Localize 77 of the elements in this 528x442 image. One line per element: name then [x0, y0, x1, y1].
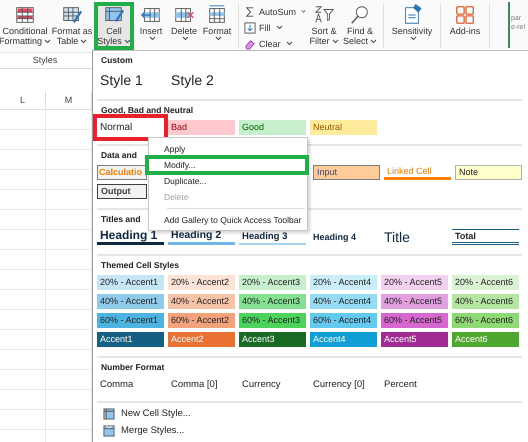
menu-command[interactable]: New Cell Style... [97, 405, 522, 422]
cell-style-item[interactable]: 40% - Accent4 [310, 294, 377, 309]
cell-style-item[interactable]: Title [381, 229, 448, 245]
cell-style-item[interactable]: Note [455, 165, 522, 180]
ribbon-button[interactable]: Sort & Filter [307, 2, 341, 50]
group-label: Styles [32, 55, 58, 65]
chevron-icon [276, 25, 282, 30]
cell-style-item[interactable]: Total [452, 229, 519, 245]
cell-style-item[interactable]: 60% - Accent1 [97, 313, 164, 328]
cell-style-item[interactable]: Accent3 [239, 332, 306, 347]
menu-command[interactable]: Merge Styles... [97, 422, 522, 439]
chevron-icon [301, 9, 306, 14]
table-brush-icon [61, 4, 83, 26]
new-style-icon [103, 408, 115, 420]
section-heading: Data and [101, 150, 137, 160]
section-heading: Custom [101, 55, 133, 65]
cell-style-item[interactable]: 20% - Accent5 [381, 275, 448, 290]
cell-style-item[interactable]: 40% - Accent2 [168, 294, 235, 309]
section-heading: Titles and [101, 214, 141, 224]
cell-style-item[interactable]: 20% - Accent2 [168, 275, 235, 290]
cell-style-item[interactable]: Comma [97, 377, 164, 392]
cell-style-item[interactable]: Currency [239, 377, 306, 392]
cell-style-item[interactable]: Percent [381, 377, 448, 392]
cell-style-item[interactable]: Currency [0] [310, 377, 377, 392]
ribbon-button[interactable]: Cell Styles [94, 2, 134, 50]
cell-style-item[interactable]: 20% - Accent1 [97, 275, 164, 290]
cell-style-item[interactable]: Input [313, 165, 380, 180]
cell-style-item[interactable]: 60% - Accent6 [452, 313, 519, 328]
merge-styles-icon [103, 424, 115, 436]
format-cells-icon [206, 4, 228, 26]
ribbon-button[interactable]: Insert [135, 2, 167, 50]
section-heading: Good, Bad and Neutral [101, 105, 194, 115]
ribbon-button[interactable]: Sensitivity [389, 2, 435, 50]
cell-style-item[interactable]: Normal [97, 120, 164, 135]
cell-style-item[interactable]: 60% - Accent3 [239, 313, 306, 328]
cell-style-item[interactable]: Bad [168, 120, 235, 135]
cell-style-item[interactable]: Style 2 [168, 70, 235, 90]
ribbon-small-button[interactable]: Clear [244, 36, 306, 51]
cell-style-item[interactable]: 20% - Accent4 [310, 275, 377, 290]
sigma-icon [244, 6, 256, 18]
cell-style-item[interactable]: 20% - Accent6 [452, 275, 519, 290]
cell-style-item[interactable]: Good [239, 120, 306, 135]
cell-style-item[interactable]: Neutral [310, 120, 377, 135]
cell-style-item[interactable]: 60% - Accent2 [168, 313, 235, 328]
cell-style-item[interactable]: Style 1 [97, 70, 164, 90]
cell-style-item[interactable]: 40% - Accent1 [97, 294, 164, 309]
cell-style-item[interactable]: Comma [0] [168, 377, 235, 392]
fill-down-icon [244, 22, 256, 34]
section-heading: Number Format [101, 362, 164, 372]
chevron-icon [286, 41, 293, 46]
add-ins-icon [454, 4, 476, 26]
ribbon-button[interactable]: Find & Select [342, 2, 378, 50]
cell-style-item[interactable]: Accent1 [97, 332, 164, 347]
cell-style-item[interactable]: 20% - Accent3 [239, 275, 306, 290]
ribbon-button[interactable]: Format as Table [51, 2, 93, 50]
cell-style-item[interactable]: 60% - Accent4 [310, 313, 377, 328]
conditional-formatting-icon [14, 4, 36, 26]
ribbon-button[interactable]: Add-ins [446, 2, 484, 50]
menu-item[interactable]: Apply [149, 141, 307, 157]
ribbon-button[interactable]: Format [201, 2, 233, 50]
menu-item[interactable]: Modify... [145, 155, 309, 175]
ribbon-button[interactable]: Conditional Formatting [0, 2, 50, 50]
cell-style-item[interactable]: Output [97, 184, 147, 199]
cell-style-item[interactable]: Heading 4 [310, 229, 377, 245]
cell-style-item[interactable]: 40% - Accent6 [452, 294, 519, 309]
cell-style-item[interactable]: Accent5 [381, 332, 448, 347]
cell-style-item[interactable]: 40% - Accent5 [381, 294, 448, 309]
cell-style-item[interactable]: 40% - Accent3 [239, 294, 306, 309]
menu-item[interactable]: Add Gallery to Quick Access Toolbar [149, 212, 307, 228]
ribbon-small-button[interactable]: Fill [244, 20, 306, 35]
ribbon-small-button[interactable]: AutoSum [244, 4, 306, 19]
menu-item[interactable]: Duplicate... [149, 173, 307, 189]
ribbon-button[interactable]: Delete [168, 2, 200, 50]
column-header[interactable]: L [0, 91, 46, 109]
section-heading: Themed Cell Styles [101, 260, 179, 270]
cell-style-item[interactable]: 60% - Accent5 [381, 313, 448, 328]
search-icon [349, 4, 371, 26]
